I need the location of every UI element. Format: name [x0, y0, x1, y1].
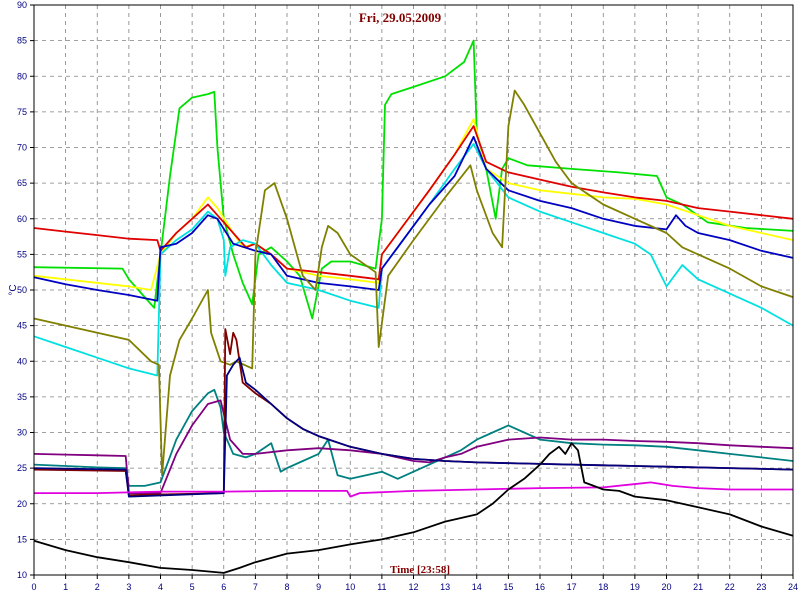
x-tick-label: 7: [253, 582, 258, 592]
y-tick-label: 65: [17, 178, 27, 188]
x-axis-label: Time [23:58]: [390, 564, 450, 576]
x-tick-label: 12: [408, 582, 418, 592]
x-tick-label: 14: [472, 582, 482, 592]
y-axis-label: °C: [8, 284, 19, 295]
y-tick-label: 25: [17, 463, 27, 473]
y-tick-label: 15: [17, 534, 27, 544]
chart-background: [0, 0, 800, 600]
x-tick-label: 15: [503, 582, 513, 592]
x-tick-label: 16: [535, 582, 545, 592]
x-tick-label: 5: [190, 582, 195, 592]
y-tick-label: 20: [17, 499, 27, 509]
x-tick-label: 1: [63, 582, 68, 592]
x-tick-label: 10: [345, 582, 355, 592]
y-tick-label: 35: [17, 392, 27, 402]
y-tick-label: 55: [17, 249, 27, 259]
x-tick-label: 18: [598, 582, 608, 592]
x-tick-label: 24: [788, 582, 798, 592]
y-tick-label: 10: [17, 570, 27, 580]
y-tick-label: 30: [17, 428, 27, 438]
y-tick-label: 45: [17, 321, 27, 331]
x-tick-label: 22: [725, 582, 735, 592]
x-tick-label: 13: [440, 582, 450, 592]
chart: 0 1 2 3 4 5 6 7 8 9 10 11 12 13 14 15 16 17 18 19 20 21 22 23 24…: [0, 0, 800, 600]
x-tick-label: 17: [567, 582, 577, 592]
y-tick-label: 75: [17, 107, 27, 117]
x-tick-label: 19: [630, 582, 640, 592]
y-tick-label: 90: [17, 0, 27, 10]
chart-svg: 0 1 2 3 4 5 6 7 8 9 10 11 12 13 14 15 16 17 18 19 20 21 22 23 24…: [0, 0, 800, 600]
x-tick-label: 2: [95, 582, 100, 592]
x-tick-label: 11: [377, 582, 386, 592]
x-tick-label: 9: [316, 582, 321, 592]
x-tick-label: 21: [693, 582, 703, 592]
y-tick-label: 85: [17, 36, 27, 46]
x-tick-label: 0: [31, 582, 36, 592]
x-tick-label: 23: [756, 582, 766, 592]
x-tick-label: 6: [221, 582, 226, 592]
x-tick-label: 8: [284, 582, 289, 592]
y-tick-label: 80: [17, 71, 27, 81]
y-tick-label: 40: [17, 356, 27, 366]
chart-title: Fri, 29.05.2009: [359, 10, 442, 25]
x-tick-label: 3: [126, 582, 131, 592]
x-tick-label: 4: [158, 582, 163, 592]
x-tick-label: 20: [661, 582, 671, 592]
y-tick-label: 70: [17, 143, 27, 153]
y-tick-label: 60: [17, 214, 27, 224]
